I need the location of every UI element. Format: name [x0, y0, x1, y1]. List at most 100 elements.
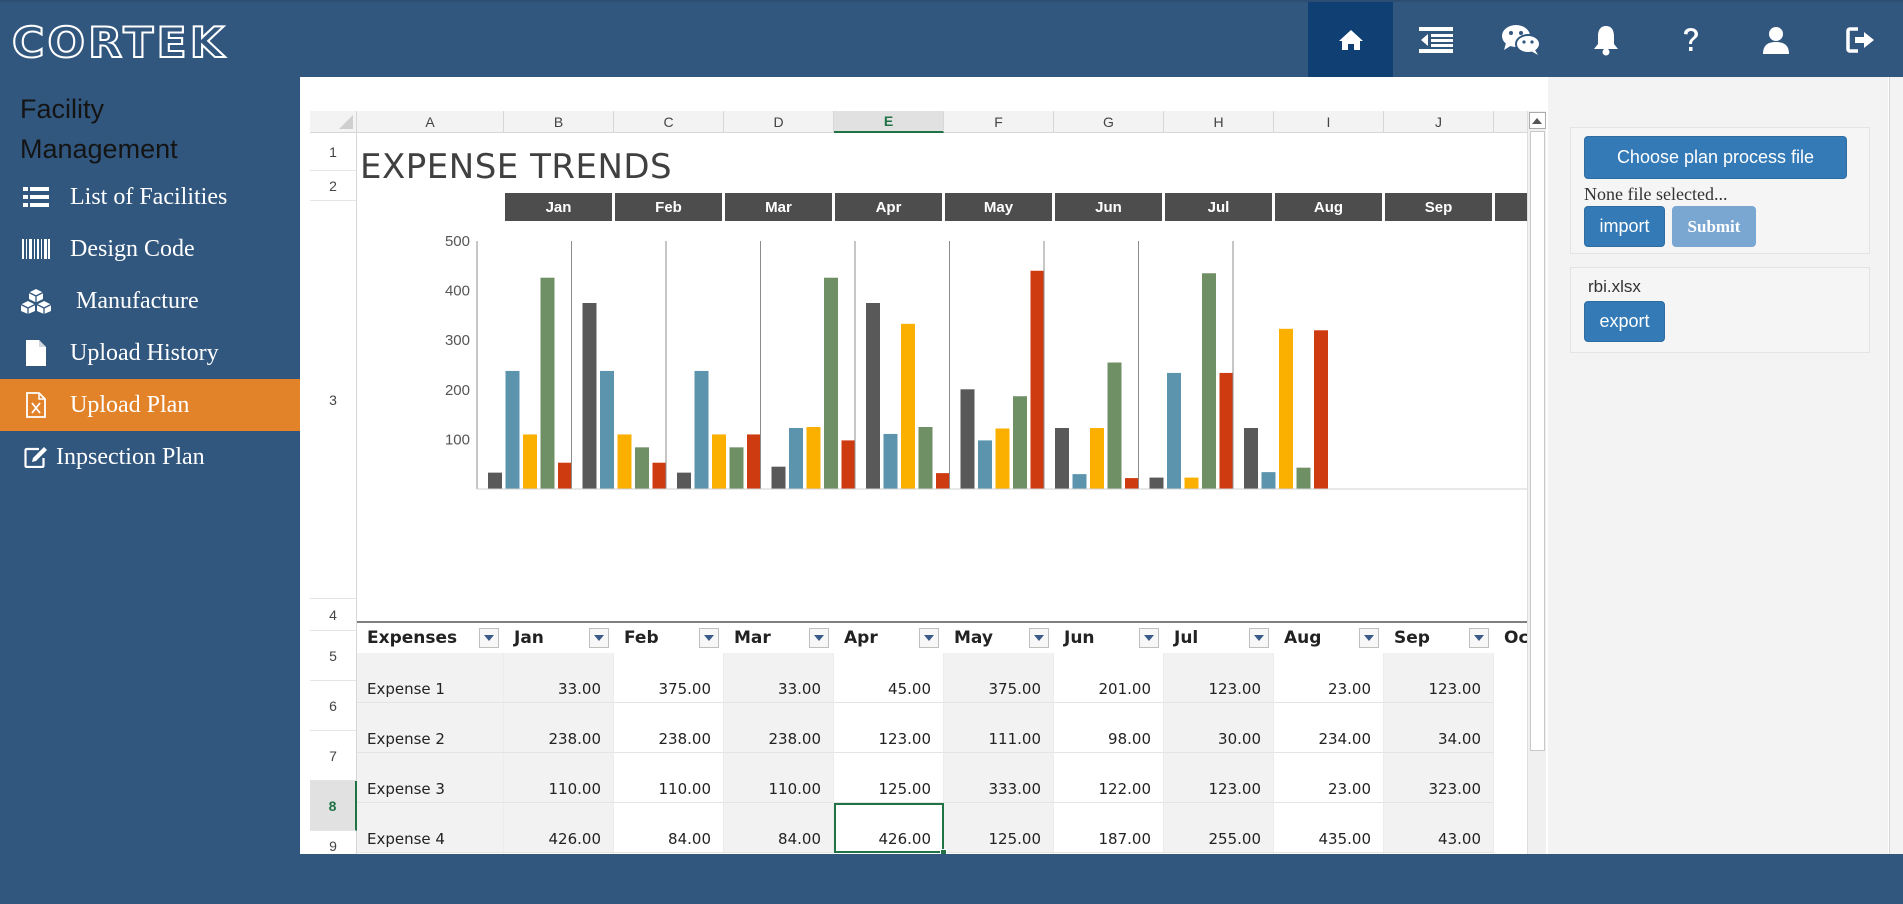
- table-cell[interactable]: 123.00: [834, 703, 944, 753]
- sidebar-item-list-of-facilities[interactable]: List of Facilities: [0, 171, 300, 223]
- sidebar-item-design-code[interactable]: Design Code: [0, 223, 300, 275]
- table-row-label[interactable]: Expense 2: [357, 703, 504, 753]
- logout-button[interactable]: [1818, 2, 1903, 77]
- row-header-9[interactable]: 9: [310, 831, 357, 854]
- table-cell[interactable]: 238.00: [724, 703, 834, 753]
- table-cell[interactable]: 187.00: [1054, 803, 1164, 853]
- scroll-up-arrow-icon[interactable]: [1528, 112, 1546, 129]
- column-header-g[interactable]: G: [1054, 111, 1164, 133]
- table-cell[interactable]: 84.00: [724, 803, 834, 853]
- row-header-8[interactable]: 8: [310, 781, 357, 831]
- table-cell[interactable]: 323.00: [1384, 753, 1494, 803]
- table-cell[interactable]: 110.00: [504, 753, 614, 803]
- table-cell[interactable]: 98.00: [1054, 703, 1164, 753]
- table-cell[interactable]: 33.00: [504, 653, 614, 703]
- table-cell[interactable]: 110.00: [614, 753, 724, 803]
- bar-mar-s1: [677, 472, 691, 489]
- filter-dropdown-icon[interactable]: [479, 628, 499, 648]
- table-cell[interactable]: 23.00: [1274, 653, 1384, 703]
- table-cell[interactable]: 122.00: [1054, 753, 1164, 803]
- table-cell[interactable]: 30.00: [1164, 703, 1274, 753]
- choose-file-button[interactable]: Choose plan process file: [1584, 136, 1847, 179]
- filter-dropdown-icon[interactable]: [1249, 628, 1269, 648]
- table-cell[interactable]: 23.00: [1274, 753, 1384, 803]
- notifications-button[interactable]: [1563, 2, 1648, 77]
- y-tick-label: 100: [445, 431, 470, 448]
- filter-dropdown-icon[interactable]: [1029, 628, 1049, 648]
- sheet-vertical-scrollbar[interactable]: [1527, 111, 1546, 854]
- spreadsheet[interactable]: ABCDEFGHIJ 123456789 EXPENSE TRENDS Jan F…: [310, 111, 1527, 854]
- column-header-e[interactable]: E: [834, 111, 944, 133]
- column-header-c[interactable]: C: [614, 111, 724, 133]
- filter-dropdown-icon[interactable]: [699, 628, 719, 648]
- collapse-menu-button[interactable]: [1393, 2, 1478, 77]
- active-cell[interactable]: 426.00: [834, 803, 947, 854]
- table-cell[interactable]: 234.00: [1274, 703, 1384, 753]
- export-button[interactable]: export: [1584, 301, 1665, 342]
- row-header-1[interactable]: 1: [310, 133, 357, 171]
- filter-dropdown-icon[interactable]: [809, 628, 829, 648]
- select-all-corner[interactable]: [310, 111, 357, 133]
- fill-handle[interactable]: [940, 849, 947, 854]
- table-row-label[interactable]: Expense 4: [357, 803, 504, 853]
- submit-button[interactable]: Submit: [1672, 206, 1756, 247]
- row-header-5[interactable]: 5: [310, 631, 357, 681]
- table-header-cell: Oc: [1494, 621, 1527, 653]
- row-header-6[interactable]: 6: [310, 681, 357, 731]
- column-header-f[interactable]: F: [944, 111, 1054, 133]
- table-cell[interactable]: 125.00: [944, 803, 1054, 853]
- column-header-h[interactable]: H: [1164, 111, 1274, 133]
- table-cell[interactable]: 125.00: [834, 753, 944, 803]
- table-header-cell: Jul: [1164, 621, 1274, 653]
- column-header-i[interactable]: I: [1274, 111, 1384, 133]
- filter-dropdown-icon[interactable]: [1359, 628, 1379, 648]
- row-header-7[interactable]: 7: [310, 731, 357, 781]
- sidebar-item-manufacture[interactable]: Manufacture: [0, 275, 300, 327]
- table-cell[interactable]: 110.00: [724, 753, 834, 803]
- profile-button[interactable]: [1733, 2, 1818, 77]
- scroll-thumb[interactable]: [1529, 131, 1545, 751]
- table-cell[interactable]: 34.00: [1384, 703, 1494, 753]
- row-header-4[interactable]: 4: [310, 599, 357, 631]
- table-row-label[interactable]: Expense 3: [357, 753, 504, 803]
- table-cell[interactable]: 238.00: [614, 703, 724, 753]
- table-cell[interactable]: 84.00: [614, 803, 724, 853]
- table-cell[interactable]: 426.00: [504, 803, 614, 853]
- table-cell[interactable]: 333.00: [944, 753, 1054, 803]
- table-cell[interactable]: 435.00: [1274, 803, 1384, 853]
- page-vertical-scrollbar[interactable]: [1889, 77, 1903, 854]
- table-cell[interactable]: 375.00: [614, 653, 724, 703]
- sidebar-item-inspection-plan[interactable]: Inpsection Plan: [0, 431, 300, 483]
- filter-dropdown-icon[interactable]: [589, 628, 609, 648]
- table-row-label[interactable]: Expense 1: [357, 653, 504, 703]
- filter-dropdown-icon[interactable]: [1469, 628, 1489, 648]
- row-header-3[interactable]: 3: [310, 201, 357, 599]
- column-header-a[interactable]: A: [357, 111, 504, 133]
- table-cell[interactable]: 123.00: [1384, 653, 1494, 703]
- table-cell[interactable]: 123.00: [1164, 653, 1274, 703]
- chat-button[interactable]: [1478, 2, 1563, 77]
- filter-dropdown-icon[interactable]: [919, 628, 939, 648]
- column-header-b[interactable]: B: [504, 111, 614, 133]
- column-header-d[interactable]: D: [724, 111, 834, 133]
- table-cell[interactable]: 375.00: [944, 653, 1054, 703]
- table-cell[interactable]: 111.00: [944, 703, 1054, 753]
- table-cell[interactable]: 123.00: [1164, 753, 1274, 803]
- table-cell[interactable]: 45.00: [834, 653, 944, 703]
- table-cell[interactable]: 201.00: [1054, 653, 1164, 703]
- table-cell[interactable]: 33.00: [724, 653, 834, 703]
- table-cell[interactable]: 238.00: [504, 703, 614, 753]
- help-button[interactable]: [1648, 2, 1733, 77]
- cell-area[interactable]: EXPENSE TRENDS Jan Feb Mar Apr May Jun Jul Aug S…: [357, 133, 1527, 854]
- row-header-2[interactable]: 2: [310, 171, 357, 201]
- table-cell[interactable]: 43.00: [1384, 803, 1494, 853]
- import-button[interactable]: import: [1584, 206, 1665, 247]
- sidebar-item-upload-history[interactable]: Upload History: [0, 327, 300, 379]
- table-cell[interactable]: 255.00: [1164, 803, 1274, 853]
- filter-dropdown-icon[interactable]: [1139, 628, 1159, 648]
- cortek-logo[interactable]: CORTEK: [11, 18, 227, 68]
- column-header-overflow[interactable]: [1494, 111, 1527, 133]
- home-button[interactable]: [1308, 2, 1393, 77]
- sidebar-item-upload-plan[interactable]: Upload Plan: [0, 379, 300, 431]
- column-header-j[interactable]: J: [1384, 111, 1494, 133]
